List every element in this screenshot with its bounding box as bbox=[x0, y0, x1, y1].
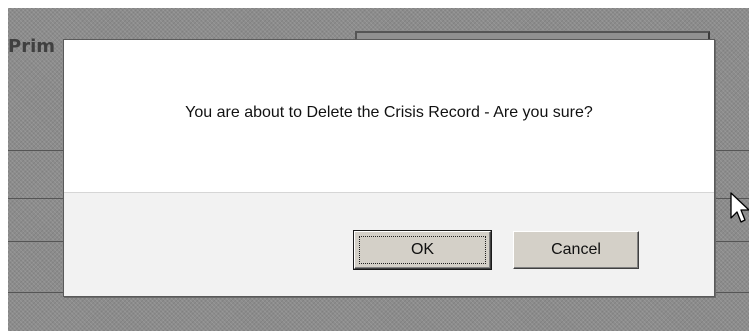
confirm-message: You are about to Delete the Crisis Recor… bbox=[185, 104, 593, 121]
cancel-button[interactable]: Cancel bbox=[513, 231, 639, 269]
dialog-body: You are about to Delete the Crisis Recor… bbox=[64, 40, 714, 193]
focus-ring bbox=[359, 236, 486, 264]
cancel-button-label: Cancel bbox=[551, 241, 601, 258]
confirm-dialog: You are about to Delete the Crisis Recor… bbox=[63, 39, 715, 297]
mouse-pointer-icon bbox=[730, 192, 749, 223]
ok-button[interactable]: OK bbox=[353, 230, 492, 270]
dialog-footer: OK Cancel bbox=[64, 193, 714, 296]
background-field-label: Prim bbox=[8, 36, 55, 57]
